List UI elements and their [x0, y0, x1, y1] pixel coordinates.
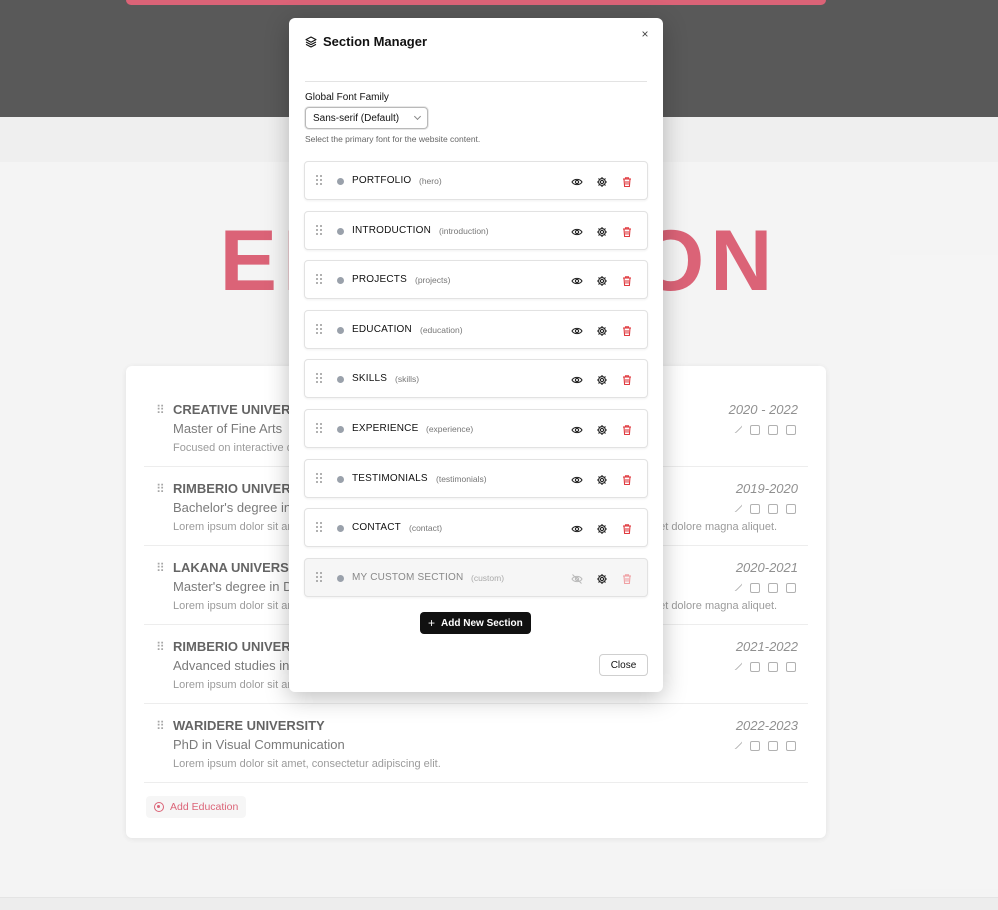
font-family-label: Global Font Family — [305, 92, 389, 103]
section-key: (introduction) — [439, 225, 489, 236]
drag-handle-icon[interactable] — [316, 175, 324, 187]
status-dot — [337, 475, 344, 483]
status-dot — [337, 227, 344, 235]
plus-icon: + — [428, 616, 436, 630]
section-key: (skills) — [395, 374, 420, 385]
font-family-help: Select the primary font for the website … — [305, 134, 481, 144]
trash-icon[interactable] — [621, 274, 633, 287]
eye-icon[interactable] — [571, 274, 583, 286]
eye-icon[interactable] — [571, 423, 583, 435]
close-button[interactable]: Close — [599, 654, 648, 676]
trash-icon[interactable] — [621, 473, 633, 485]
gear-icon[interactable] — [596, 572, 608, 584]
dialog-title: Section Manager — [323, 34, 428, 49]
status-dot — [337, 178, 344, 185]
drag-handle-icon[interactable] — [316, 522, 324, 534]
section-item[interactable]: EXPERIENCE (experience) — [304, 409, 648, 448]
add-new-section-label: Add New Section — [441, 617, 523, 629]
divider — [305, 81, 647, 82]
trash-icon[interactable] — [621, 373, 633, 386]
font-family-select[interactable]: Sans-serif (Default) — [305, 107, 428, 129]
section-key: (testimonials) — [436, 473, 487, 484]
section-key: (education) — [420, 324, 463, 335]
section-key: (custom) — [471, 572, 505, 583]
section-name: SKILLS — [352, 373, 388, 385]
gear-icon[interactable] — [596, 225, 608, 237]
drag-handle-icon[interactable] — [316, 274, 324, 286]
close-icon[interactable]: × — [638, 27, 652, 41]
eye-icon[interactable] — [571, 473, 583, 485]
eye-icon[interactable] — [571, 175, 583, 187]
gear-icon[interactable] — [596, 423, 608, 435]
section-name: EDUCATION — [352, 323, 412, 335]
trash-icon[interactable] — [621, 423, 633, 436]
eye-off-icon[interactable] — [571, 572, 583, 584]
gear-icon[interactable] — [596, 274, 608, 287]
drag-handle-icon[interactable] — [316, 472, 324, 485]
section-name: MY CUSTOM SECTION — [352, 571, 464, 583]
status-dot — [337, 326, 344, 334]
dialog-header: Section Manager — [305, 34, 427, 49]
drag-handle-icon[interactable] — [316, 571, 324, 584]
section-item[interactable]: PORTFOLIO (hero) — [304, 161, 648, 200]
trash-icon[interactable] — [621, 324, 633, 336]
section-name: EXPERIENCE — [352, 423, 419, 434]
eye-icon[interactable] — [571, 225, 583, 237]
trash-icon[interactable] — [621, 522, 633, 535]
gear-icon[interactable] — [596, 473, 608, 485]
gear-icon[interactable] — [596, 324, 608, 336]
gear-icon[interactable] — [596, 175, 608, 187]
section-name: INTRODUCTION — [352, 224, 432, 236]
section-name: TESTIMONIALS — [352, 472, 428, 484]
section-item[interactable]: INTRODUCTION (introduction) — [304, 210, 648, 250]
drag-handle-icon[interactable] — [316, 323, 324, 336]
drag-handle-icon[interactable] — [316, 373, 324, 385]
status-dot — [337, 376, 344, 384]
status-dot — [337, 426, 344, 433]
section-key: (experience) — [426, 424, 474, 434]
eye-icon[interactable] — [571, 324, 583, 336]
section-item[interactable]: CONTACT (contact) — [304, 508, 648, 548]
eye-icon[interactable] — [571, 522, 583, 534]
eye-icon[interactable] — [571, 373, 583, 385]
section-name: CONTACT — [352, 522, 401, 534]
section-name: PROJECTS — [352, 274, 407, 286]
drag-handle-icon[interactable] — [316, 224, 324, 237]
section-key: (projects) — [415, 275, 451, 286]
section-manager-dialog: × Section Manager Global Font Family San… — [289, 18, 663, 692]
section-item[interactable]: PROJECTS (projects) — [304, 260, 648, 300]
section-name: PORTFOLIO — [352, 175, 412, 186]
status-dot — [337, 277, 344, 285]
trash-icon[interactable] — [621, 225, 633, 237]
gear-icon[interactable] — [596, 522, 608, 535]
chevron-down-icon — [413, 112, 422, 121]
section-item[interactable]: TESTIMONIALS (testimonials) — [304, 458, 648, 498]
section-item[interactable]: SKILLS (skills) — [304, 359, 648, 399]
add-new-section-button[interactable]: + Add New Section — [420, 612, 531, 634]
font-family-value: Sans-serif (Default) — [313, 112, 400, 124]
drag-handle-icon[interactable] — [316, 423, 324, 435]
status-dot — [337, 574, 344, 582]
section-item[interactable]: EDUCATION (education) — [304, 309, 648, 349]
gear-icon[interactable] — [596, 373, 608, 386]
section-key: (hero) — [419, 176, 442, 186]
status-dot — [337, 525, 344, 533]
trash-icon[interactable] — [621, 175, 633, 188]
layers-icon — [305, 35, 317, 48]
trash-icon[interactable] — [621, 572, 633, 584]
section-item[interactable]: MY CUSTOM SECTION (custom) — [304, 557, 648, 597]
section-key: (contact) — [409, 523, 443, 534]
